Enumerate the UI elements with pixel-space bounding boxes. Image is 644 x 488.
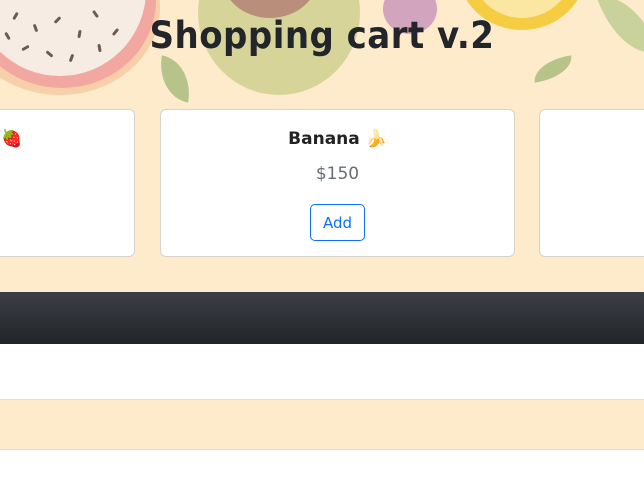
leaf-decoration <box>531 55 575 83</box>
product-card <box>539 109 644 257</box>
banana-icon: 🍌 <box>365 129 387 149</box>
product-name: Banana <box>288 129 360 149</box>
product-card: 🍓 <box>0 109 135 257</box>
cart-row <box>0 399 644 450</box>
leaf-decoration <box>154 55 196 103</box>
product-card: Banana 🍌 $150 Add <box>160 109 515 257</box>
strawberry-icon: 🍓 <box>1 129 23 149</box>
cart-header-bar <box>0 292 644 344</box>
cart-row <box>0 344 644 399</box>
add-to-cart-button[interactable]: Add <box>310 204 365 241</box>
product-title: Banana 🍌 <box>161 129 514 149</box>
page-title: Shopping cart v.2 <box>149 14 495 57</box>
product-price: $150 <box>315 164 360 184</box>
